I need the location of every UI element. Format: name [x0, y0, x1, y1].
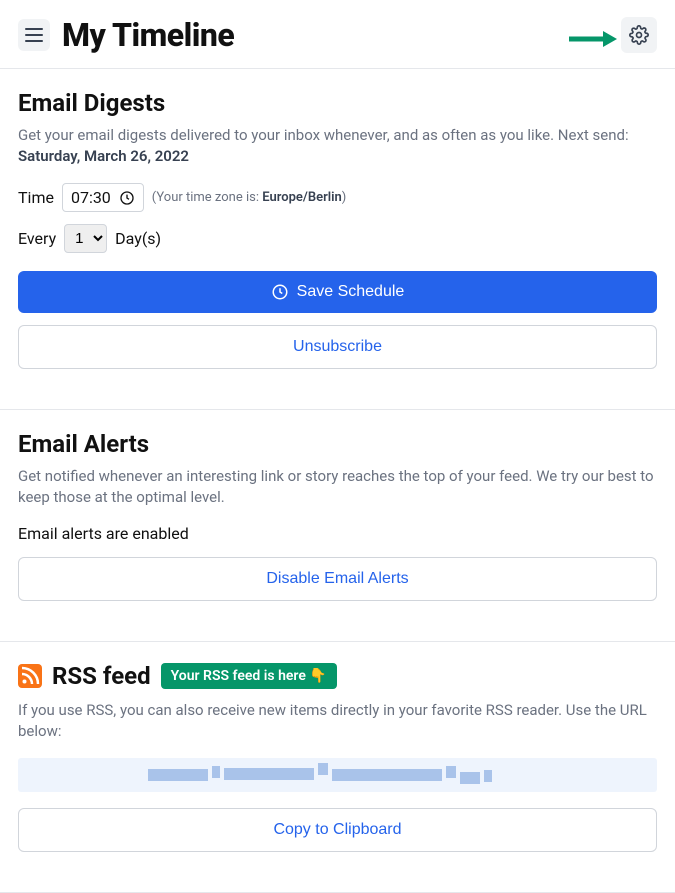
copy-clipboard-button[interactable]: Copy to Clipboard [18, 808, 657, 852]
app-header: My Timeline [0, 0, 675, 69]
save-label: Save Schedule [297, 283, 405, 301]
every-unit: Day(s) [115, 229, 161, 248]
disable-alerts-label: Disable Email Alerts [266, 570, 408, 588]
settings-button[interactable] [621, 17, 657, 53]
digests-description: Get your email digests delivered to your… [18, 125, 657, 167]
email-alerts-section: Email Alerts Get notified whenever an in… [0, 410, 675, 642]
time-input[interactable]: 07:30 [62, 183, 144, 212]
unsubscribe-button[interactable]: Unsubscribe [18, 325, 657, 369]
email-digests-section: Email Digests Get your email digests del… [0, 69, 675, 410]
tz-value: Europe/Berlin [262, 190, 342, 205]
every-select[interactable]: 1 [64, 224, 107, 253]
rss-badge: Your RSS feed is here 👇 [161, 663, 337, 689]
time-label: Time [18, 188, 54, 207]
time-row: Time 07:30 (Your time zone is: Europe/Be… [18, 183, 657, 212]
digests-next-send: Saturday, March 26, 2022 [18, 147, 189, 165]
rss-section: RSS feed Your RSS feed is here 👇 If you … [0, 642, 675, 893]
copy-label: Copy to Clipboard [273, 821, 401, 839]
clock-icon [119, 190, 135, 206]
save-schedule-button[interactable]: Save Schedule [18, 271, 657, 313]
time-value: 07:30 [71, 188, 111, 207]
hamburger-icon [25, 28, 43, 42]
rss-url-blurred [148, 766, 527, 784]
rss-title-row: RSS feed Your RSS feed is here 👇 [18, 662, 657, 690]
rss-description: If you use RSS, you can also receive new… [18, 700, 657, 742]
rss-heading: RSS feed [52, 662, 151, 690]
timezone-note: (Your time zone is: Europe/Berlin) [152, 190, 347, 205]
gear-icon [629, 25, 649, 45]
alerts-description: Get notified whenever an interesting lin… [18, 466, 657, 508]
alerts-status: Email alerts are enabled [18, 524, 657, 543]
app-title: My Timeline [62, 16, 234, 54]
menu-button[interactable] [18, 19, 50, 51]
tz-suffix: ) [342, 190, 347, 205]
rss-icon [18, 664, 42, 688]
clock-icon [271, 283, 289, 301]
digests-desc-text: Get your email digests delivered to your… [18, 126, 629, 144]
rss-url-box[interactable] [18, 758, 657, 792]
tz-prefix: (Your time zone is: [152, 190, 262, 205]
every-row: Every 1 Day(s) [18, 224, 657, 253]
disable-alerts-button[interactable]: Disable Email Alerts [18, 557, 657, 601]
unsubscribe-label: Unsubscribe [293, 338, 382, 356]
alerts-heading: Email Alerts [18, 430, 657, 458]
digests-heading: Email Digests [18, 89, 657, 117]
arrow-indicator-icon [567, 30, 617, 48]
every-label: Every [18, 229, 56, 248]
